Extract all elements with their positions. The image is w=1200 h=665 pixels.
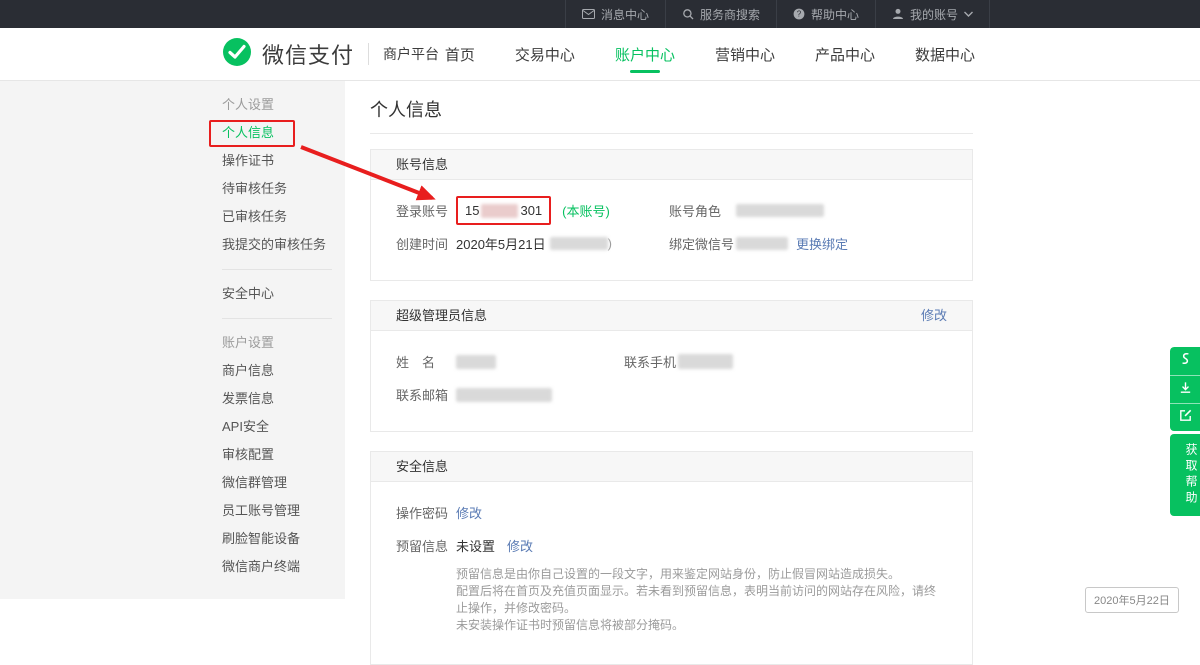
contact-hook-button[interactable] <box>1170 347 1200 375</box>
brand-name: 微信支付 <box>262 38 354 70</box>
admin-name-redacted <box>456 355 496 369</box>
operation-password-label: 操作密码 <box>396 503 456 522</box>
hook-icon <box>1178 351 1193 371</box>
brand[interactable]: 微信支付 商户平台 <box>222 28 439 80</box>
sp-search-label: 服务商搜索 <box>700 6 760 23</box>
page-title: 个人信息 <box>370 99 973 121</box>
sidebar-item-operation-cert[interactable]: 操作证书 <box>222 147 345 175</box>
security-card-title: 安全信息 <box>396 452 448 481</box>
sidebar-item-personal-info[interactable]: 个人信息 <box>222 119 345 147</box>
message-center-item[interactable]: 消息中心 <box>565 0 665 28</box>
search-icon <box>682 8 694 20</box>
download-icon <box>1178 380 1193 400</box>
svg-text:?: ? <box>797 10 802 19</box>
main-header: 微信支付 商户平台 首页 交易中心 账户中心 营销中心 产品中心 数据中心 <box>0 28 1200 81</box>
help-center-item[interactable]: ? 帮助中心 <box>776 0 875 28</box>
reserved-info-description: 预留信息是由你自己设置的一段文字，用来鉴定网站身份，防止假冒网站造成损失。 配置… <box>456 566 947 634</box>
sp-search-item[interactable]: 服务商搜索 <box>665 0 776 28</box>
nav-product-center[interactable]: 产品中心 <box>815 28 875 80</box>
sidebar-item-wechat-group-mgmt[interactable]: 微信群管理 <box>222 469 345 497</box>
admin-email-redacted <box>456 388 552 402</box>
annotation-red-box-login: 15 301 <box>456 196 551 225</box>
reserved-desc-line1: 预留信息是由你自己设置的一段文字，用来鉴定网站身份，防止假冒网站造成损失。 <box>456 566 947 583</box>
created-time-paren: ) <box>608 236 612 251</box>
sidebar-item-merchant-info[interactable]: 商户信息 <box>222 357 345 385</box>
sidebar-item-face-device[interactable]: 刷脸智能设备 <box>222 525 345 553</box>
chevron-down-icon <box>964 11 973 17</box>
message-center-label: 消息中心 <box>601 6 649 23</box>
sidebar-item-reviewed[interactable]: 已审核任务 <box>222 203 345 231</box>
help-center-label: 帮助中心 <box>811 6 859 23</box>
user-icon <box>892 8 904 20</box>
sidebar-item-label: 个人信息 <box>222 125 274 140</box>
mail-icon <box>582 9 595 19</box>
wechat-pay-logo-icon <box>222 37 252 72</box>
sidebar-divider <box>222 318 332 319</box>
account-role-label: 账号角色 <box>669 201 736 220</box>
sidebar-item-staff-account-mgmt[interactable]: 员工账号管理 <box>222 497 345 525</box>
sidebar-item-review-config[interactable]: 审核配置 <box>222 441 345 469</box>
reserved-modify-link[interactable]: 修改 <box>507 536 533 555</box>
nav-marketing-center[interactable]: 营销中心 <box>715 28 775 80</box>
current-account-tag: (本账号) <box>562 201 610 220</box>
sidebar-group-account-settings: 账户设置 <box>222 329 345 357</box>
admin-name-label: 姓 名 <box>396 352 456 371</box>
created-time-label: 创建时间 <box>396 234 456 253</box>
get-help-button[interactable]: 获取帮助 <box>1170 434 1200 516</box>
admin-email-label: 联系邮箱 <box>396 385 456 404</box>
account-info-card: 账号信息 登录账号 15 301 (本账号) 账号角色 <box>370 149 973 281</box>
created-time-value: 2020年5月21日 <box>456 234 546 253</box>
my-account-label: 我的账号 <box>910 6 958 23</box>
account-role-redacted <box>736 204 824 217</box>
super-admin-card: 超级管理员信息 修改 姓 名 联系手机 联系邮箱 <box>370 300 973 432</box>
admin-card-title: 超级管理员信息 <box>396 301 487 330</box>
help-icon: ? <box>793 8 805 20</box>
security-info-card: 安全信息 操作密码 修改 预留信息 未设置 修改 预留信息是由你自己设置的一段文… <box>370 451 973 665</box>
sidebar-item-pending-review[interactable]: 待审核任务 <box>222 175 345 203</box>
account-card-title: 账号信息 <box>396 150 448 179</box>
admin-phone-redacted <box>678 354 733 369</box>
login-account-redacted <box>481 204 518 218</box>
my-account-item[interactable]: 我的账号 <box>875 0 990 28</box>
nav-data-center[interactable]: 数据中心 <box>915 28 975 80</box>
reserved-desc-line2: 配置后将在首页及充值页面显示。若未看到预留信息，表明当前访问的网站存在风险，请终… <box>456 583 947 617</box>
rebind-link[interactable]: 更换绑定 <box>796 234 848 253</box>
download-button[interactable] <box>1170 375 1200 403</box>
login-account-suffix: 301 <box>520 203 542 218</box>
brand-portal: 商户平台 <box>383 44 439 64</box>
sidebar: 个人设置 个人信息 操作证书 待审核任务 已审核任务 我提交的审核任务 安全中心… <box>0 81 345 599</box>
sidebar-item-invoice-info[interactable]: 发票信息 <box>222 385 345 413</box>
sidebar-item-security-center[interactable]: 安全中心 <box>222 280 345 308</box>
bound-wechat-redacted <box>736 237 788 250</box>
title-divider <box>370 133 973 134</box>
main-content: 个人信息 账号信息 登录账号 15 301 (本账号) <box>345 81 1200 599</box>
created-time-redacted <box>550 237 608 250</box>
nav-account-center[interactable]: 账户中心 <box>615 28 675 80</box>
sidebar-group-personal-settings: 个人设置 <box>222 91 345 119</box>
floating-help-widget: 获取帮助 <box>1170 347 1200 516</box>
brand-divider <box>368 43 369 65</box>
bound-wechat-label: 绑定微信号 <box>669 234 736 253</box>
login-account-prefix: 15 <box>465 203 479 218</box>
reserved-info-label: 预留信息 <box>396 536 456 555</box>
sidebar-item-my-submitted-review[interactable]: 我提交的审核任务 <box>222 231 345 259</box>
primary-nav: 首页 交易中心 账户中心 营销中心 产品中心 数据中心 <box>445 28 975 80</box>
sidebar-divider <box>222 269 332 270</box>
nav-home[interactable]: 首页 <box>445 28 475 80</box>
reserved-desc-line3: 未安装操作证书时预留信息将被部分掩码。 <box>456 617 947 634</box>
login-account-label: 登录账号 <box>396 201 456 220</box>
nav-transaction-center[interactable]: 交易中心 <box>515 28 575 80</box>
password-modify-link[interactable]: 修改 <box>456 503 482 522</box>
admin-modify-link[interactable]: 修改 <box>921 301 947 330</box>
sidebar-item-api-security[interactable]: API安全 <box>222 413 345 441</box>
feedback-button[interactable] <box>1170 403 1200 431</box>
admin-phone-label: 联系手机 <box>624 352 678 371</box>
date-tooltip: 2020年5月22日 <box>1085 587 1179 613</box>
utility-topbar: 消息中心 服务商搜索 ? 帮助中心 我的账号 <box>0 0 1200 28</box>
edit-icon <box>1178 408 1193 428</box>
sidebar-item-merchant-terminal[interactable]: 微信商户终端 <box>222 553 345 581</box>
reserved-info-status: 未设置 <box>456 536 495 555</box>
